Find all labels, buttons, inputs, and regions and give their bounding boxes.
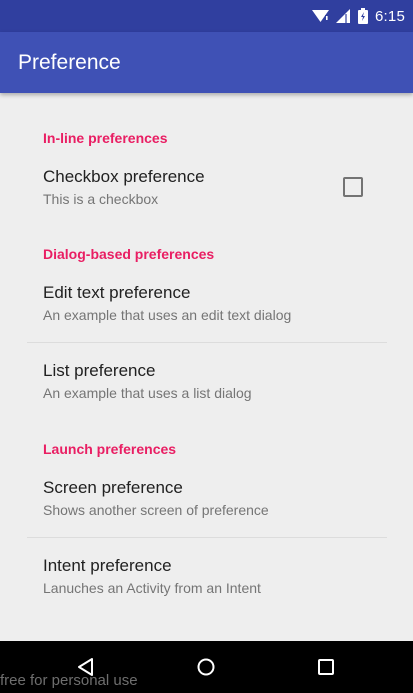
preference-summary: This is a checkbox — [43, 191, 159, 207]
section-header-dialog: Dialog-based preferences — [43, 246, 215, 262]
intent-preference[interactable]: Intent preference Lanuches an Activity f… — [0, 548, 413, 608]
preference-title: Edit text preference — [43, 283, 191, 302]
status-time: 6:15 — [375, 7, 405, 25]
watermark-text: free for personal use — [0, 672, 138, 689]
preference-summary: An example that uses a list dialog — [43, 385, 252, 401]
preference-title: Checkbox preference — [43, 167, 205, 186]
signal-icon — [336, 9, 351, 23]
checkbox[interactable] — [343, 177, 363, 197]
preference-title: Intent preference — [43, 556, 172, 575]
screen-preference[interactable]: Screen preference Shows another screen o… — [0, 470, 413, 530]
edit-text-preference[interactable]: Edit text preference An example that use… — [0, 275, 413, 335]
wifi-icon — [312, 9, 329, 23]
checkbox-preference[interactable]: Checkbox preference This is a checkbox — [0, 159, 413, 219]
app-bar: Preference — [0, 32, 413, 93]
status-bar: 6:15 — [0, 0, 413, 32]
preference-summary: An example that uses an edit text dialog — [43, 307, 292, 323]
divider — [27, 342, 387, 343]
preference-title: List preference — [43, 361, 156, 380]
section-header-launch: Launch preferences — [43, 441, 177, 457]
divider — [27, 537, 387, 538]
preference-summary: Shows another screen of preference — [43, 502, 269, 518]
home-icon[interactable] — [194, 655, 218, 679]
preference-summary: Lanuches an Activity from an Intent — [43, 580, 261, 596]
app-bar-title: Preference — [18, 50, 121, 74]
section-header-inline: In-line preferences — [43, 130, 168, 146]
preference-title: Screen preference — [43, 478, 183, 497]
battery-icon — [358, 8, 368, 24]
list-preference[interactable]: List preference An example that uses a l… — [0, 353, 413, 413]
recents-icon[interactable] — [314, 655, 338, 679]
preference-list: In-line preferences Checkbox preference … — [0, 93, 413, 641]
